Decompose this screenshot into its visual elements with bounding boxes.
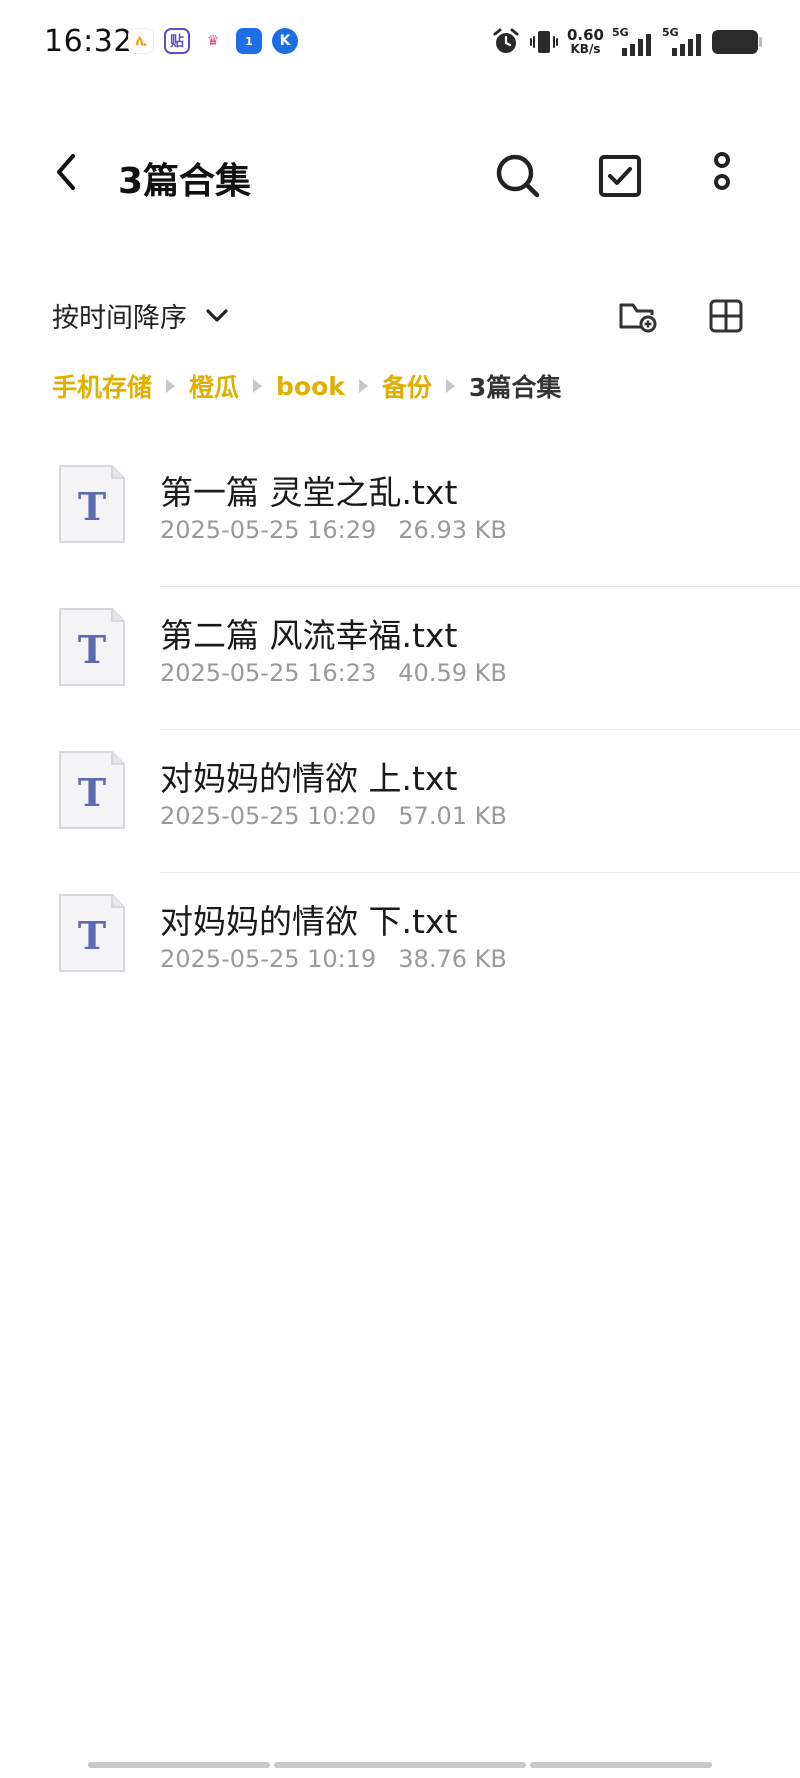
file-date: 2025-05-25 10:20 xyxy=(160,802,377,830)
more-vertical-icon xyxy=(714,152,730,190)
file-list-item[interactable]: T 对妈妈的情欲 上.txt 2025-05-25 10:20 57.01 KB xyxy=(0,730,800,873)
grid-view-icon xyxy=(709,299,743,333)
gesture-bar-segment[interactable] xyxy=(88,1762,270,1768)
checkbox-icon xyxy=(599,155,641,197)
search-button[interactable] xyxy=(490,148,546,204)
file-size: 26.93 KB xyxy=(398,516,507,544)
multi-select-button[interactable] xyxy=(592,148,648,204)
notification-icons: ሊ 贴 ♛ 1 K xyxy=(128,28,298,54)
file-name: 第二篇 风流幸福.txt xyxy=(160,616,458,655)
hotspot-app-icon: 1 xyxy=(236,28,262,54)
file-meta: 2025-05-25 16:23 40.59 KB xyxy=(160,659,507,687)
gesture-bar-segment[interactable] xyxy=(274,1762,526,1768)
status-bar: 16:32 ሊ 贴 ♛ 1 K 0.60 KB/s 5G 5G xyxy=(0,0,800,88)
breadcrumb-separator-icon xyxy=(445,379,455,393)
sort-label: 按时间降序 xyxy=(52,303,187,334)
txt-file-icon: T xyxy=(59,465,125,543)
txt-file-icon: T xyxy=(59,608,125,686)
breadcrumb-item-backup[interactable]: 备份 xyxy=(382,368,432,404)
search-icon xyxy=(496,154,540,198)
status-time: 16:32 xyxy=(44,24,133,59)
grid-view-button[interactable] xyxy=(700,290,752,342)
file-size: 57.01 KB xyxy=(398,802,507,830)
signal-5g-sim2: 5G xyxy=(662,26,704,58)
file-meta: 2025-05-25 16:29 26.93 KB xyxy=(160,516,507,544)
tasks-app-icon: ሊ xyxy=(128,28,154,54)
vibrate-icon xyxy=(529,27,559,57)
chevron-down-icon xyxy=(206,308,228,322)
system-icons: 0.60 KB/s 5G 5G xyxy=(491,26,762,58)
back-button[interactable] xyxy=(42,148,90,196)
breadcrumb-separator-icon xyxy=(166,379,176,393)
breadcrumb-item-phone-storage[interactable]: 手机存储 xyxy=(52,368,152,404)
file-icon-letter: T xyxy=(78,770,106,815)
app-bar: 3篇合集 xyxy=(0,128,800,224)
txt-file-icon: T xyxy=(59,751,125,829)
k-app-icon: K xyxy=(272,28,298,54)
file-list: T 第一篇 灵堂之乱.txt 2025-05-25 16:29 26.93 KB… xyxy=(0,444,800,1016)
file-list-item[interactable]: T 第二篇 风流幸福.txt 2025-05-25 16:23 40.59 KB xyxy=(0,587,800,730)
alarm-icon xyxy=(491,27,521,57)
file-name: 对妈妈的情欲 上.txt xyxy=(160,759,458,798)
gesture-bar-segment[interactable] xyxy=(530,1762,712,1768)
breadcrumb-item-current: 3篇合集 xyxy=(468,373,562,402)
file-list-item[interactable]: T 对妈妈的情欲 下.txt 2025-05-25 10:19 38.76 KB xyxy=(0,873,800,1016)
new-folder-button[interactable] xyxy=(612,290,664,342)
breadcrumb-separator-icon xyxy=(358,379,368,393)
file-meta: 2025-05-25 10:19 38.76 KB xyxy=(160,945,507,973)
more-options-button[interactable] xyxy=(694,148,750,204)
signal-5g-sim1: 5G xyxy=(612,26,654,58)
signal-bars-icon xyxy=(622,34,651,56)
network-speed: 0.60 KB/s xyxy=(566,26,604,57)
sort-dropdown[interactable]: 按时间降序 xyxy=(52,296,229,335)
file-size: 38.76 KB xyxy=(398,945,507,973)
file-date: 2025-05-25 16:23 xyxy=(160,659,377,687)
page-title: 3篇合集 xyxy=(118,161,252,202)
file-size: 40.59 KB xyxy=(398,659,507,687)
txt-file-icon: T xyxy=(59,894,125,972)
breadcrumb-item-book[interactable]: book xyxy=(276,372,345,401)
file-name: 对妈妈的情欲 下.txt xyxy=(160,902,458,941)
file-date: 2025-05-25 10:19 xyxy=(160,945,377,973)
network-speed-unit: KB/s xyxy=(570,42,601,56)
crown-app-icon: ♛ xyxy=(200,28,226,54)
file-icon-letter: T xyxy=(78,627,106,672)
file-list-item[interactable]: T 第一篇 灵堂之乱.txt 2025-05-25 16:29 26.93 KB xyxy=(0,444,800,587)
new-folder-icon xyxy=(619,303,657,333)
network-speed-value: 0.60 xyxy=(566,26,604,44)
file-icon-letter: T xyxy=(78,484,106,529)
battery-icon xyxy=(712,30,762,54)
file-icon-letter: T xyxy=(78,913,106,958)
signal-bars-icon xyxy=(672,34,701,56)
file-meta: 2025-05-25 10:20 57.01 KB xyxy=(160,802,507,830)
chevron-left-icon xyxy=(57,154,75,190)
breadcrumb-item-chenggua[interactable]: 橙瓜 xyxy=(189,368,239,404)
breadcrumb: 手机存储 橙瓜 book 备份 3篇合集 xyxy=(52,368,561,404)
file-date: 2025-05-25 16:29 xyxy=(160,516,377,544)
sort-toolbar: 按时间降序 xyxy=(0,290,800,346)
breadcrumb-separator-icon xyxy=(253,379,263,393)
file-name: 第一篇 灵堂之乱.txt xyxy=(160,473,458,512)
tieba-app-icon: 贴 xyxy=(164,28,190,54)
